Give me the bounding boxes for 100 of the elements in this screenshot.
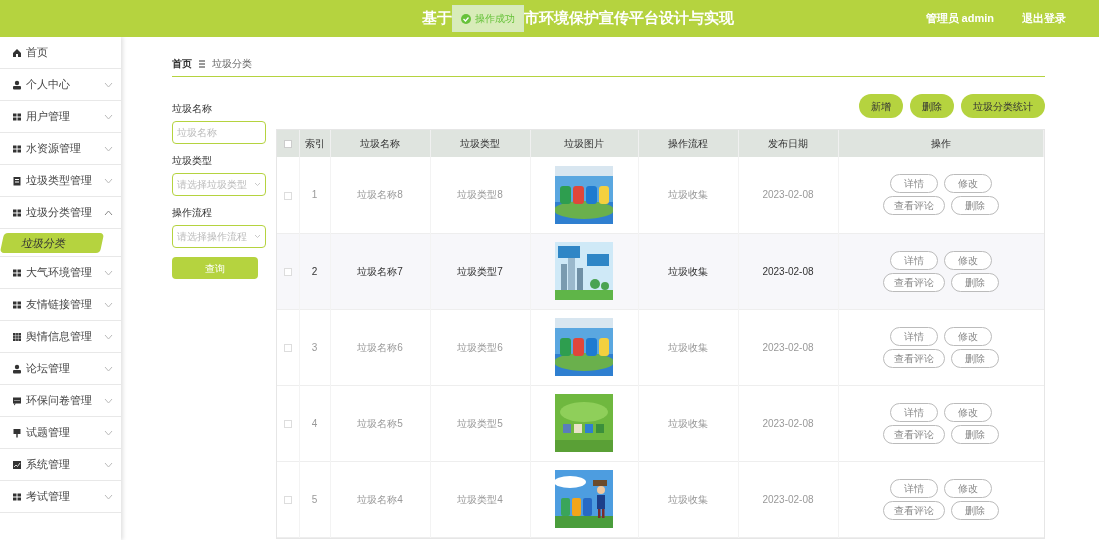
checkbox[interactable] (283, 140, 292, 149)
row-action-button[interactable]: 修改 (944, 174, 992, 194)
chevron-icon (254, 182, 261, 187)
toast: 操作成功 (451, 5, 524, 32)
table-cell: 2023-02-08 (762, 341, 814, 353)
checkbox[interactable] (283, 419, 292, 428)
table-cell: 垃圾名称6 (357, 341, 403, 353)
sidebar-subitem[interactable]: 垃圾分类 (0, 232, 105, 253)
column-header: 操作流程 (668, 138, 708, 149)
table-cell: 垃圾类型4 (457, 493, 503, 505)
row-action-button[interactable]: 删除 (951, 196, 999, 216)
table-cell: 垃圾类型5 (457, 417, 503, 429)
site-title: 基于 (421, 8, 452, 29)
table-cell: 垃圾收集 (668, 417, 708, 429)
checkbox[interactable] (283, 495, 292, 504)
sidebar-item[interactable]: 试题管理 (0, 417, 121, 449)
sidebar-item[interactable]: 考试管理 (0, 481, 121, 513)
sidebar-item[interactable]: 垃圾类型管理 (0, 165, 121, 197)
row-action-button[interactable]: 删除 (951, 272, 999, 292)
row-action-button[interactable]: 修改 (944, 402, 992, 422)
action-button[interactable]: 删除 (910, 94, 954, 118)
table-icon (12, 331, 22, 342)
grid-icon (12, 111, 22, 122)
table-cell: 2 (311, 265, 318, 277)
row-action-button[interactable]: 查看评论 (883, 272, 945, 292)
chat-icon (12, 395, 22, 406)
sidebar-item[interactable]: 论坛管理 (0, 353, 121, 385)
row-action-button[interactable]: 详情 (890, 326, 938, 346)
home-icon (12, 47, 22, 58)
row-action-button[interactable]: 查看评论 (883, 424, 945, 444)
clipboard-icon (12, 175, 22, 186)
chart-icon (12, 459, 22, 470)
column-header: 垃圾名称 (360, 138, 400, 149)
row-action-button[interactable]: 详情 (890, 250, 938, 270)
sidebar-item[interactable]: 系统管理 (0, 449, 121, 481)
table-cell: 垃圾名称8 (357, 189, 403, 201)
sidebar-item[interactable]: 垃圾分类管理 (0, 197, 121, 229)
table-cell: 1 (311, 189, 318, 201)
row-action-button[interactable]: 删除 (951, 348, 999, 368)
row-action-button[interactable]: 删除 (951, 424, 999, 444)
table-cell: 垃圾类型7 (457, 265, 503, 277)
breadcrumb-link[interactable]: 首页 (172, 56, 192, 71)
sidebar-item[interactable]: 首页 (0, 37, 121, 69)
checkbox[interactable] (283, 267, 292, 276)
row-action-button[interactable]: 修改 (944, 478, 992, 498)
table-cell: 垃圾类型8 (457, 189, 503, 201)
filter-label: 操作流程 (172, 206, 213, 220)
grid-icon (12, 267, 22, 278)
column-header: 垃圾类型 (460, 138, 500, 149)
sidebar-item[interactable]: 友情链接管理 (0, 289, 121, 321)
table-cell: 垃圾类型6 (457, 341, 503, 353)
row-action-button[interactable]: 查看评论 (883, 500, 945, 520)
column-header: 发布日期 (768, 138, 808, 149)
row-action-button[interactable]: 修改 (944, 326, 992, 346)
filter-label: 垃圾名称 (172, 102, 213, 116)
table-cell: 2023-02-08 (762, 265, 814, 277)
column-header: 索引 (304, 138, 325, 149)
sidebar-item[interactable]: 个人中心 (0, 69, 121, 101)
separator-icon (199, 59, 205, 68)
checkbox[interactable] (283, 343, 292, 352)
table-cell: 垃圾收集 (668, 265, 708, 277)
sidebar-item[interactable]: 水资源管理 (0, 133, 121, 165)
table-cell: 5 (311, 493, 318, 505)
column-header: 垃圾图片 (564, 138, 604, 149)
grid-icon (12, 143, 22, 154)
table-cell: 垃圾名称5 (357, 417, 403, 429)
grid-icon (12, 491, 22, 502)
action-button[interactable]: 新增 (859, 94, 903, 118)
table-cell: 3 (311, 341, 318, 353)
site-title: 市环境保护宣传平台设计与实现 (523, 8, 734, 29)
user-label: 管理员 admin (925, 11, 994, 27)
row-action-button[interactable]: 详情 (890, 174, 938, 194)
table-cell: 垃圾收集 (668, 341, 708, 353)
column-header: 操作 (930, 138, 951, 149)
table-cell: 2023-02-08 (762, 417, 814, 429)
sidebar-item[interactable]: 环保问卷管理 (0, 385, 121, 417)
table-cell: 垃圾名称7 (357, 265, 403, 277)
row-action-button[interactable]: 修改 (944, 250, 992, 270)
row-action-button[interactable]: 查看评论 (883, 348, 945, 368)
sidebar-item[interactable]: 大气环境管理 (0, 257, 121, 289)
action-button[interactable]: 垃圾分类统计 (961, 94, 1045, 118)
table-cell: 垃圾收集 (668, 189, 708, 201)
row-action-button[interactable]: 详情 (890, 478, 938, 498)
checkbox[interactable] (283, 191, 292, 200)
chevron-icon (254, 234, 261, 239)
table-cell: 2023-02-08 (762, 493, 814, 505)
grid-icon (12, 299, 22, 310)
person-icon (12, 79, 22, 90)
input-field[interactable]: 垃圾名称 (172, 121, 266, 144)
sidebar-item[interactable]: 用户管理 (0, 101, 121, 133)
breadcrumb-link[interactable]: 垃圾分类 (212, 56, 252, 71)
row-action-button[interactable]: 删除 (951, 500, 999, 520)
sidebar-item[interactable]: 舆情信息管理 (0, 321, 121, 353)
table-cell: 垃圾收集 (668, 493, 708, 505)
sign-icon (12, 427, 22, 438)
table-cell: 2023-02-08 (762, 189, 814, 201)
select-field[interactable]: 请选择操作流程 (172, 225, 266, 248)
row-action-button[interactable]: 查看评论 (883, 196, 945, 216)
row-action-button[interactable]: 详情 (890, 402, 938, 422)
grid-icon (12, 207, 22, 218)
